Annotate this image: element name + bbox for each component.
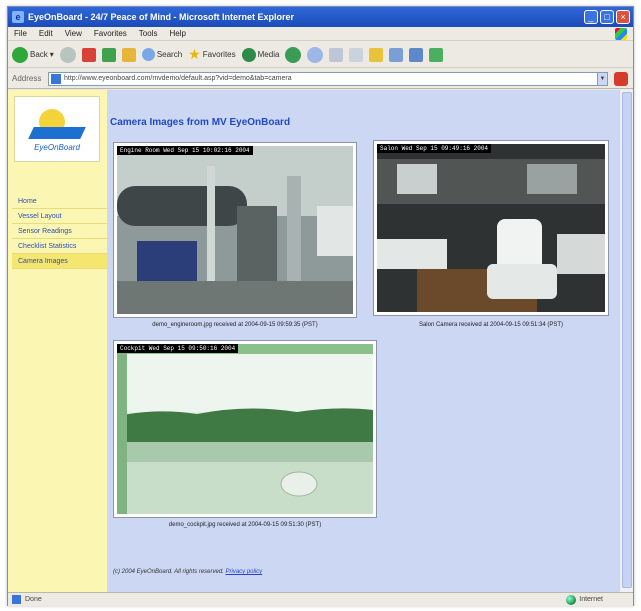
standard-toolbar: Back ▾ Search ★ Favorites Media <box>8 42 633 68</box>
camera-image-engine-room[interactable]: Engine Room Wed Sep 15 10:02:16 2004 <box>117 146 353 314</box>
window-controls: _ □ × <box>584 10 630 24</box>
minimize-button[interactable]: _ <box>584 10 598 24</box>
globe-icon <box>566 594 577 605</box>
camera-timestamp: Engine Room Wed Sep 15 10:02:16 2004 <box>117 146 253 155</box>
zone-text: Internet <box>579 596 603 603</box>
menu-help[interactable]: Help <box>169 29 185 38</box>
edit-button[interactable] <box>349 47 364 62</box>
back-button[interactable]: Back ▾ <box>12 46 54 63</box>
back-dropdown-icon[interactable]: ▾ <box>50 50 54 59</box>
camera-timestamp: Salon Wed Sep 15 09:49:16 2004 <box>377 144 492 153</box>
address-bar: Address http://www.eyeonboard.com/mvdemo… <box>8 69 633 89</box>
address-input[interactable]: http://www.eyeonboard.com/mvdemo/default… <box>48 71 608 86</box>
page-title: Camera Images from MV EyeOnBoard <box>110 117 291 128</box>
refresh-button[interactable] <box>101 47 116 62</box>
nav-sensor-readings[interactable]: Sensor Readings <box>12 224 107 239</box>
camera-image-frame[interactable]: Engine Room Wed Sep 15 10:02:16 2004 <box>113 142 357 318</box>
sidebar-nav: Home Vessel Layout Sensor Readings Check… <box>12 194 107 269</box>
nav-home[interactable]: Home <box>12 194 107 209</box>
sidebar: EyeOnBoard Home Vessel Layout Sensor Rea… <box>8 90 107 592</box>
camera-image-frame[interactable]: Salon Wed Sep 15 09:49:16 2004 <box>373 140 609 316</box>
camera-caption: demo_engineroom.jpg received at 2004-09-… <box>152 322 318 328</box>
forward-button[interactable] <box>59 46 76 63</box>
search-button[interactable]: Search <box>141 48 182 61</box>
camera-image-cockpit[interactable]: Cockpit Wed Sep 15 09:50:16 2004 <box>117 344 373 514</box>
discuss-button[interactable] <box>369 47 384 62</box>
camera-caption: Salon Camera received at 2004-09-15 09:5… <box>418 322 564 328</box>
page-status-icon <box>12 595 21 604</box>
privacy-policy-link[interactable]: Privacy policy <box>226 569 263 575</box>
research-button[interactable] <box>409 47 424 62</box>
salon-photo <box>377 144 605 312</box>
camera-card-salon: Salon Wed Sep 15 09:49:16 2004 Salon Cam… <box>373 140 609 331</box>
back-arrow-icon <box>12 46 28 63</box>
menu-view[interactable]: View <box>65 29 82 38</box>
title-bar[interactable]: e EyeOnBoard - 24/7 Peace of Mind - Micr… <box>8 7 633 27</box>
maximize-button[interactable]: □ <box>600 10 614 24</box>
star-icon: ★ <box>188 46 201 62</box>
status-bar: Done Internet <box>8 592 633 606</box>
go-icon[interactable] <box>614 71 628 86</box>
browser-window: e EyeOnBoard - 24/7 Peace of Mind - Micr… <box>7 6 634 606</box>
mail-button[interactable] <box>307 46 324 63</box>
ie-icon: e <box>12 11 24 23</box>
camera-timestamp: Cockpit Wed Sep 15 09:50:16 2004 <box>117 344 239 353</box>
windows-logo-icon <box>615 28 627 40</box>
history-button[interactable] <box>285 46 302 63</box>
menu-favorites[interactable]: Favorites <box>94 29 127 38</box>
main-content: Camera Images from MV EyeOnBoard Engine … <box>107 90 620 592</box>
camera-card-cockpit: Cockpit Wed Sep 15 09:50:16 2004 demo_co… <box>113 340 377 532</box>
menu-edit[interactable]: Edit <box>39 29 53 38</box>
vertical-scrollbar[interactable] <box>619 90 633 592</box>
favorites-button[interactable]: ★ Favorites <box>188 46 235 63</box>
logo[interactable]: EyeOnBoard <box>14 96 100 162</box>
copyright-text: (c) 2004 EyeOnBoard. All rights reserved… <box>113 569 224 575</box>
window-title: EyeOnBoard - 24/7 Peace of Mind - Micros… <box>28 12 295 22</box>
security-zone: Internet <box>566 594 603 605</box>
close-button[interactable]: × <box>616 10 630 24</box>
nav-checklist-statistics[interactable]: Checklist Statistics <box>12 239 107 254</box>
menu-tools[interactable]: Tools <box>139 29 158 38</box>
camera-card-engine-room: Engine Room Wed Sep 15 10:02:16 2004 dem… <box>113 142 357 331</box>
boat-icon <box>28 127 86 139</box>
extra-tool-button[interactable] <box>429 47 444 62</box>
search-icon <box>141 48 155 61</box>
page-content: EyeOnBoard Home Vessel Layout Sensor Rea… <box>8 90 620 592</box>
engine-room-photo <box>117 146 353 314</box>
stop-button[interactable] <box>81 47 96 62</box>
status-text: Done <box>25 596 42 603</box>
address-url: http://www.eyeonboard.com/mvdemo/default… <box>64 75 292 82</box>
media-icon <box>241 47 256 62</box>
footer: (c) 2004 EyeOnBoard. All rights reserved… <box>113 569 262 575</box>
address-dropdown-icon[interactable]: ▼ <box>597 72 607 85</box>
print-button[interactable] <box>329 47 344 62</box>
address-label: Address <box>12 74 42 83</box>
scrollbar-thumb[interactable] <box>622 92 632 588</box>
media-button[interactable]: Media <box>241 47 279 62</box>
page-icon <box>51 73 61 84</box>
camera-image-salon[interactable]: Salon Wed Sep 15 09:49:16 2004 <box>377 144 605 312</box>
camera-caption: demo_cockpit.jpg received at 2004-09-15 … <box>168 522 322 528</box>
menu-bar: File Edit View Favorites Tools Help <box>8 27 633 41</box>
messenger-button[interactable] <box>389 47 404 62</box>
menu-file[interactable]: File <box>14 29 27 38</box>
camera-image-frame[interactable]: Cockpit Wed Sep 15 09:50:16 2004 <box>113 340 377 518</box>
logo-text: EyeOnBoard <box>34 143 80 152</box>
cockpit-photo <box>117 344 373 514</box>
nav-vessel-layout[interactable]: Vessel Layout <box>12 209 107 224</box>
nav-camera-images[interactable]: Camera Images <box>12 254 107 269</box>
home-button[interactable] <box>121 47 136 62</box>
